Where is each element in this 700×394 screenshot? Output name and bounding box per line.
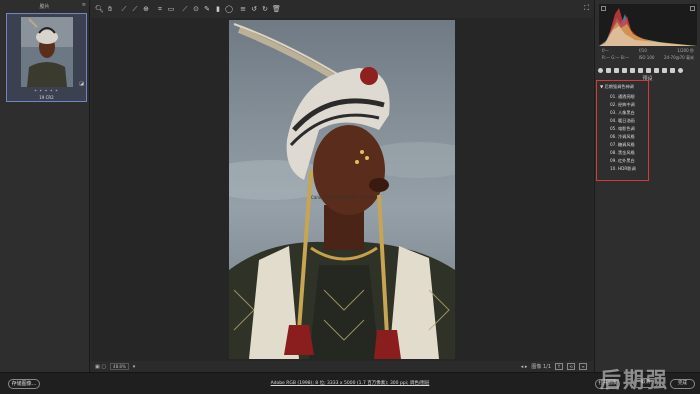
before-after-button[interactable]: Y [555, 363, 563, 370]
panel-tabs [598, 66, 698, 75]
white-balance-icon[interactable]: ⟋ [120, 5, 128, 13]
thumbnail-edited-icon: ◪ [79, 81, 84, 87]
image-canvas[interactable] [91, 18, 593, 361]
aperture: f/10 [639, 48, 647, 53]
thumbnail-filename: 19 CR2 [39, 95, 54, 100]
preset-item[interactable]: 02. 经典中调 [610, 101, 636, 109]
preset-item[interactable]: 06. 冷调风格 [610, 133, 636, 141]
toggle-settings-button[interactable]: ⟲ [567, 363, 575, 370]
split-toning-tab-icon[interactable] [630, 68, 635, 73]
thumbnail-image [21, 17, 73, 87]
preset-item[interactable]: 07. 糖调风格 [610, 141, 636, 149]
adjustment-panel: f/— f/10 1/200 秒 R:— G:— B:— ISO 100 24-… [594, 0, 700, 372]
basic-tab-icon[interactable] [598, 68, 603, 73]
prev-next-icon[interactable]: ◂ ▸ [521, 364, 528, 370]
detail-tab-icon[interactable] [614, 68, 619, 73]
preset-item[interactable]: 10. HDR影调 [610, 165, 636, 173]
rotate-cw-icon[interactable]: ↻ [261, 5, 269, 13]
bottom-bar: 存储图像... Adobe RGB (1998); 8 位; 3333 x 50… [0, 372, 700, 394]
preset-item[interactable]: 01. 通透亮眼 [610, 93, 636, 101]
straighten-icon[interactable]: ▭ [167, 5, 175, 13]
filmstrip-panel: 胶片 ≡ * * * * * 19 CR2 ◪ [0, 0, 90, 372]
preset-list: 01. 通透亮眼 02. 经典中调 03. 人像黑白 04. 暖日油画 05. … [610, 93, 636, 173]
thumbnail-rating[interactable]: * * * * * [7, 89, 86, 94]
zoom-level[interactable]: 48.8% [110, 363, 129, 370]
rgb-readout: f/— [602, 48, 609, 53]
histogram [599, 4, 697, 46]
hand-tool-icon[interactable]: ✋︎ [106, 5, 114, 13]
view-mode-icon[interactable]: ▣ ▢ [95, 364, 106, 370]
trash-icon[interactable]: 🗑︎ [272, 5, 281, 13]
canvas-bar-right: ◂ ▸ 图像 1/1 Y ⟲ ≡ [521, 363, 587, 370]
preset-item[interactable]: 08. 黑金风格 [610, 149, 636, 157]
preset-group-header[interactable]: ▼ 后期强调色神调 [600, 84, 634, 90]
targeted-adjust-icon[interactable]: ⊕ [142, 5, 150, 13]
crop-icon[interactable]: ⌗ [156, 5, 164, 13]
preset-item[interactable]: 05. 电影色调 [610, 125, 636, 133]
radial-filter-icon[interactable]: ◯ [225, 5, 233, 13]
lens-tab-icon[interactable] [638, 68, 643, 73]
photo-caption: Canon EOS 5D Mark IV - 19 CR2 [311, 195, 375, 200]
adjustment-brush-icon[interactable]: ✎ [203, 5, 211, 13]
snapshots-tab-icon[interactable] [670, 68, 675, 73]
rgb-values: R:— G:— B:— [602, 55, 630, 60]
image-count: 图像 1/1 [531, 364, 551, 370]
filmstrip-title: 胶片 [39, 3, 50, 10]
spot-removal-icon[interactable]: ⟋ [181, 5, 189, 13]
hsl-tab-icon[interactable] [622, 68, 627, 73]
zoom-tool-icon[interactable]: 🔍︎ [95, 5, 104, 13]
preset-item[interactable]: 09. 红外黑白 [610, 157, 636, 165]
canvas-status-bar: ▣ ▢ 48.8% ▾ ◂ ▸ 图像 1/1 Y ⟲ ≡ [91, 361, 593, 372]
select-all-icon[interactable]: ≡ [82, 2, 86, 8]
fullscreen-icon[interactable]: ⛶ [584, 4, 589, 13]
shutter-speed: 1/200 秒 [677, 48, 694, 53]
camera-info: f/— f/10 1/200 秒 R:— G:— B:— ISO 100 24-… [599, 47, 697, 63]
color-sampler-icon[interactable]: ⟋ [131, 5, 139, 13]
cancel-button[interactable]: 取消 [633, 378, 658, 388]
preset-item[interactable]: 04. 暖日油画 [610, 117, 636, 125]
zoom-dropdown-icon[interactable]: ▾ [133, 364, 136, 370]
full-screen-compare-button[interactable]: ≡ [579, 363, 587, 370]
main-photo [229, 20, 455, 359]
graduated-filter-icon[interactable]: ▮ [214, 5, 222, 13]
tool-bar: 🔍︎ ✋︎ ⟋ ⟋ ⊕ ⌗ ▭ ⟋ ⊙ ✎ ▮ ◯ ≡ ↺ ↻ 🗑︎ ⛶ [91, 0, 593, 18]
highlight-clipping-icon[interactable] [690, 6, 695, 11]
effects-tab-icon[interactable] [646, 68, 651, 73]
red-eye-icon[interactable]: ⊙ [192, 5, 200, 13]
filmstrip-header: 胶片 ≡ [0, 0, 89, 12]
shadow-clipping-icon[interactable] [601, 6, 606, 11]
panel-menu-icon[interactable] [678, 68, 683, 73]
preset-item[interactable]: 03. 人像黑白 [610, 109, 636, 117]
tone-curve-tab-icon[interactable] [606, 68, 611, 73]
iso: ISO 100 [638, 55, 655, 60]
calibration-tab-icon[interactable] [654, 68, 659, 73]
rotate-ccw-icon[interactable]: ↺ [250, 5, 258, 13]
preferences-icon[interactable]: ≡ [239, 5, 247, 13]
filmstrip-thumbnail[interactable]: * * * * * 19 CR2 ◪ [6, 13, 87, 102]
focal-length: 24-70@70 毫米 [664, 55, 694, 60]
presets-highlight-box: ▼ 后期强调色神调 01. 通透亮眼 02. 经典中调 03. 人像黑白 04.… [596, 80, 649, 181]
presets-tab-icon[interactable] [662, 68, 667, 73]
